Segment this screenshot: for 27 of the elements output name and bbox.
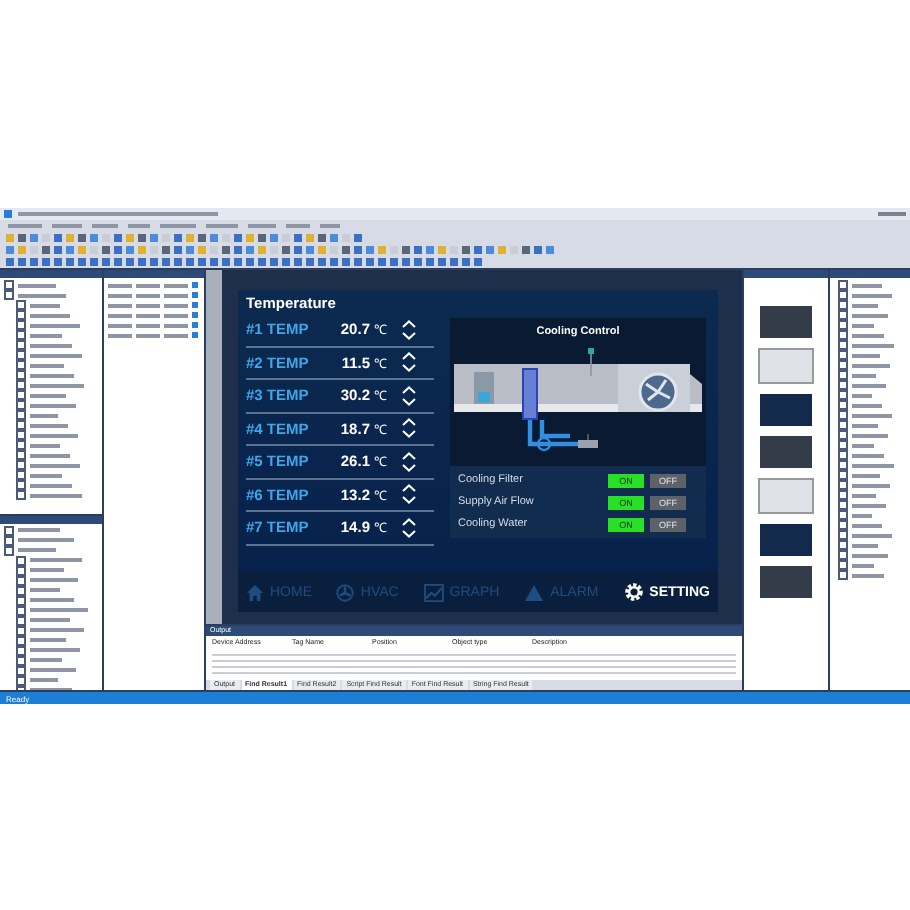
up-chevron-icon[interactable] bbox=[402, 517, 416, 526]
up-chevron-icon[interactable] bbox=[402, 385, 416, 394]
down-chevron-icon[interactable] bbox=[402, 397, 416, 406]
down-chevron-icon[interactable] bbox=[402, 364, 416, 373]
down-chevron-icon[interactable] bbox=[402, 430, 416, 439]
fan-icon bbox=[336, 583, 355, 601]
settings-icon bbox=[623, 582, 644, 602]
up-chevron-icon[interactable] bbox=[402, 418, 416, 427]
up-chevron-icon[interactable] bbox=[402, 352, 416, 361]
down-chevron-icon[interactable] bbox=[402, 529, 416, 538]
chart-icon bbox=[423, 583, 444, 601]
image-thumbnail[interactable] bbox=[760, 394, 812, 426]
app-icon bbox=[4, 210, 12, 218]
image-thumbnail[interactable] bbox=[758, 478, 814, 514]
home-icon bbox=[246, 583, 264, 601]
up-chevron-icon[interactable] bbox=[402, 484, 416, 493]
image-thumbnail[interactable] bbox=[758, 348, 814, 384]
down-chevron-icon[interactable] bbox=[402, 463, 416, 472]
image-thumbnail[interactable] bbox=[760, 524, 812, 556]
image-thumbnail[interactable] bbox=[760, 306, 812, 338]
warning-icon bbox=[524, 583, 545, 601]
down-chevron-icon[interactable] bbox=[402, 496, 416, 505]
image-thumbnail[interactable] bbox=[760, 436, 812, 468]
image-thumbnail[interactable] bbox=[760, 566, 812, 598]
up-chevron-icon[interactable] bbox=[402, 451, 416, 460]
up-chevron-icon[interactable] bbox=[402, 319, 416, 328]
down-chevron-icon[interactable] bbox=[402, 331, 416, 340]
